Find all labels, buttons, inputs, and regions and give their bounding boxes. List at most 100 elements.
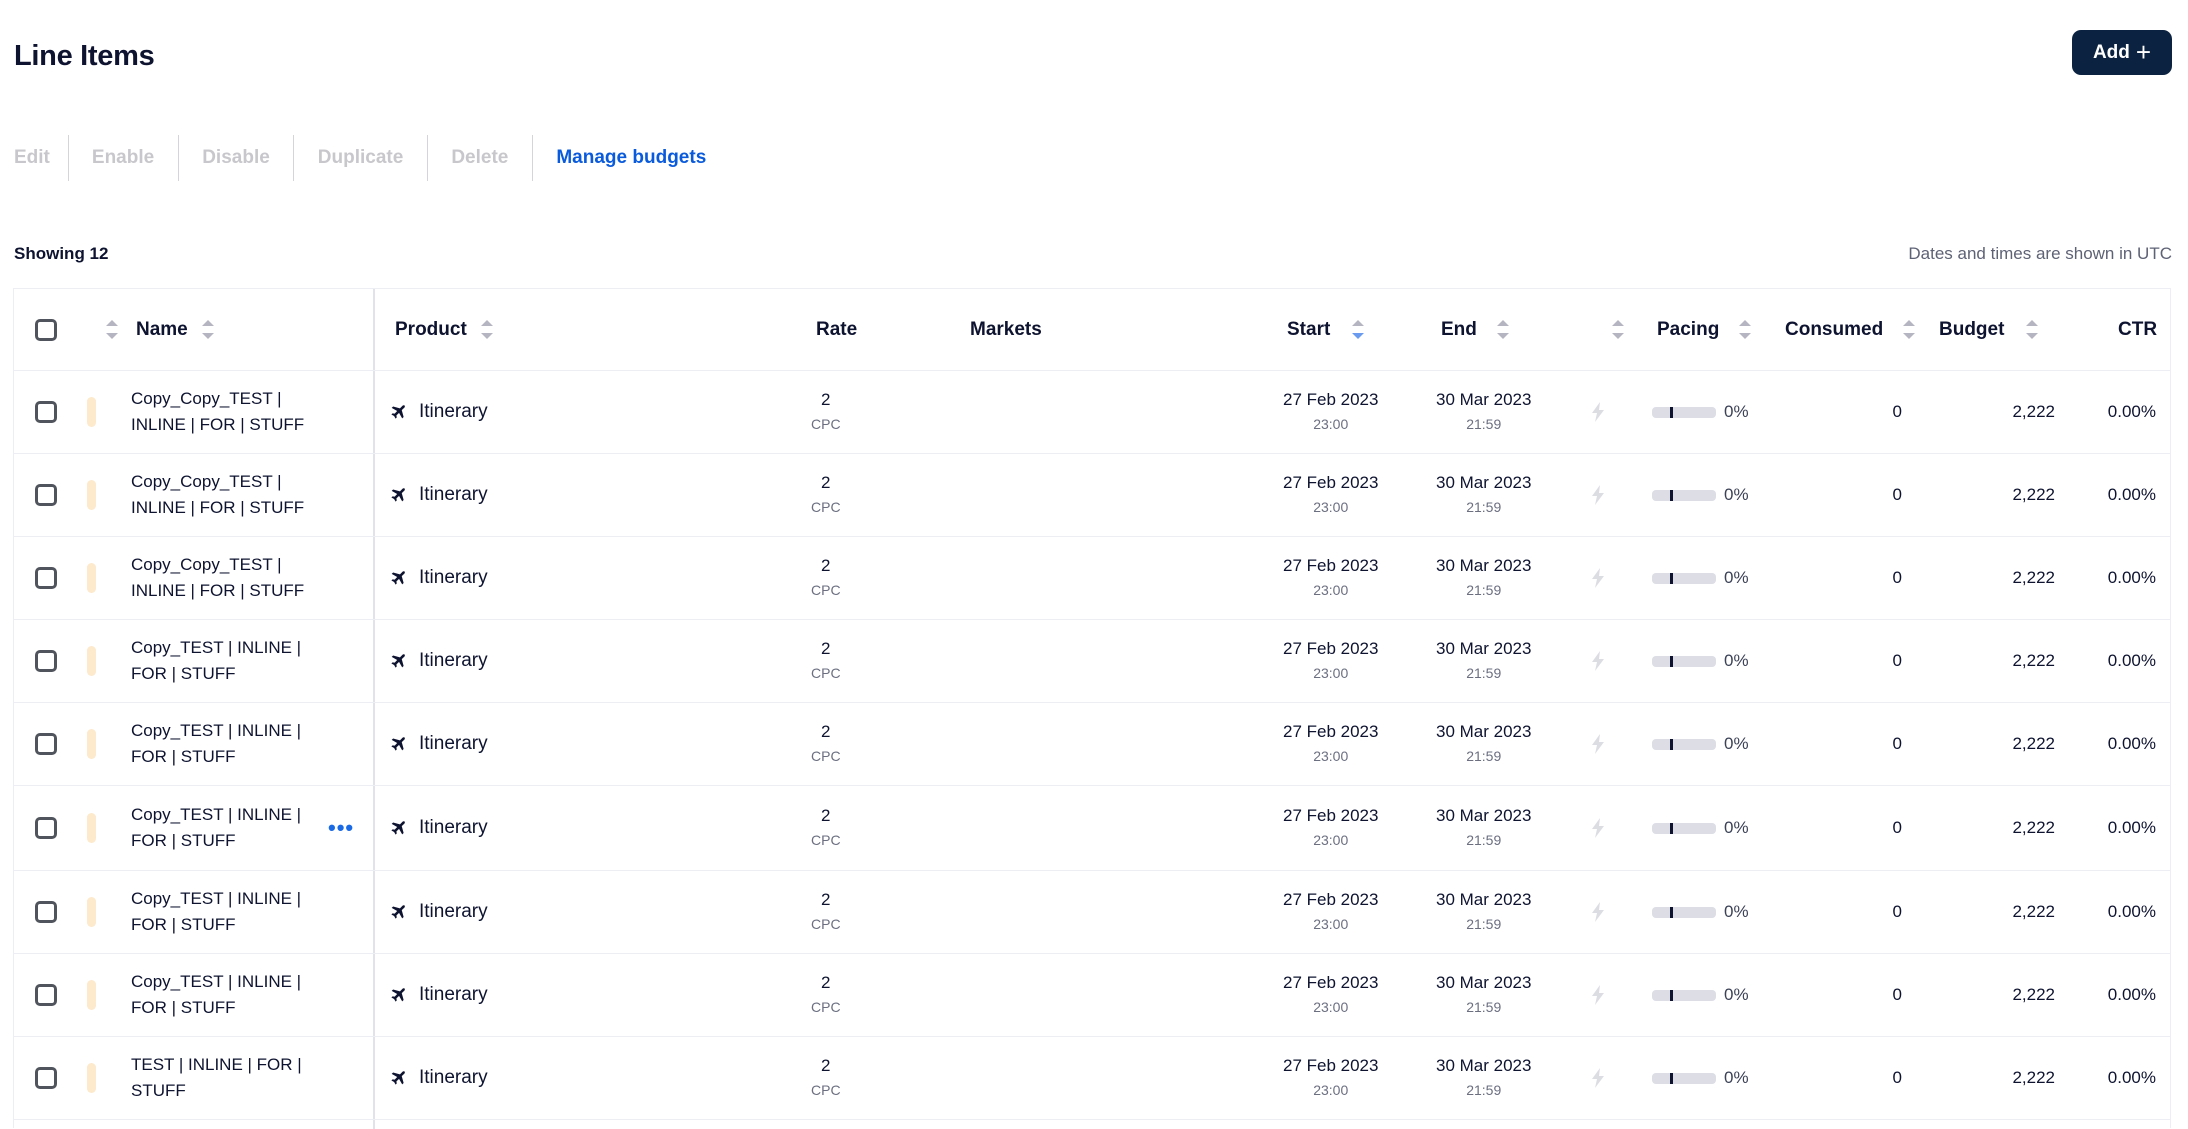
airplane-icon [391, 405, 405, 419]
budget-sort-icon[interactable] [2026, 320, 2039, 339]
row-checkbox[interactable] [35, 1067, 57, 1089]
table-row[interactable]: Copy_Copy_TEST | INLINE | FOR | STUFF It… [14, 454, 2170, 537]
line-item-name[interactable]: Copy_TEST | INLINE | FOR | STUFF [131, 969, 306, 1021]
add-button-label: Add [2092, 41, 2130, 63]
pacing-sort-icon[interactable] [1739, 320, 1752, 339]
line-item-name[interactable]: Copy_TEST | INLINE | FOR | STUFF [131, 802, 306, 854]
table-row[interactable]: Copy_TEST | INLINE | FOR | STUFF ••• Iti… [14, 786, 2170, 871]
end-date: 30 Mar 2023 [1436, 722, 1532, 741]
manage-budgets-button[interactable]: Manage budgets [533, 135, 706, 181]
ctr-value: 0.00% [2107, 734, 2156, 753]
pacing-percent: 0% [1724, 734, 1749, 753]
disable-button[interactable]: Disable [179, 135, 293, 181]
end-time: 21:59 [1466, 916, 1502, 932]
start-sort-icon[interactable] [1352, 320, 1365, 339]
rate-value: 2 [821, 390, 831, 409]
budget-value: 2,222 [2012, 485, 2055, 504]
start-date: 27 Feb 2023 [1283, 390, 1379, 409]
add-button[interactable]: Add + [2072, 30, 2172, 75]
lightning-icon [1592, 568, 1604, 588]
row-checkbox[interactable] [35, 984, 57, 1006]
table-row[interactable]: Copy_Copy_TEST | INLINE | FOR | STUFF It… [14, 537, 2170, 620]
row-checkbox[interactable] [35, 401, 57, 423]
enable-button[interactable]: Enable [69, 135, 178, 181]
duplicate-button[interactable]: Duplicate [294, 135, 428, 181]
table-row[interactable]: Copy_TEST | INLINE | FOR | STUFF Itinera… [14, 871, 2170, 954]
table-header: Name Product Rate Markets Start End Paci… [14, 289, 2170, 371]
column-header-budget[interactable]: Budget [1939, 319, 2004, 341]
status-indicator [87, 729, 96, 759]
row-checkbox[interactable] [35, 817, 57, 839]
delivery-sort-icon[interactable] [1612, 320, 1624, 339]
rate-type: CPC [811, 582, 841, 598]
lightning-icon [1592, 402, 1604, 422]
pacing-target-marker [1670, 655, 1673, 667]
name-sort-icon[interactable] [201, 320, 214, 339]
budget-value: 2,222 [2012, 402, 2055, 421]
lightning-icon [1592, 902, 1604, 922]
line-item-name[interactable]: Copy_Copy_TEST | INLINE | FOR | STUFF [131, 552, 306, 604]
product-name: Itinerary [419, 484, 488, 505]
consumed-sort-icon[interactable] [1903, 320, 1916, 339]
airplane-icon [391, 905, 405, 919]
consumed-value: 0 [1892, 818, 1902, 837]
start-time: 23:00 [1313, 832, 1349, 848]
delete-button[interactable]: Delete [428, 135, 532, 181]
line-item-name[interactable]: TEST | INLINE | FOR | STUFF [131, 1052, 306, 1104]
column-header-end[interactable]: End [1441, 319, 1477, 341]
line-item-name[interactable]: Copy_Copy_TEST | INLINE | FOR | STUFF [131, 469, 306, 521]
row-checkbox[interactable] [35, 733, 57, 755]
more-horizontal-icon[interactable]: ••• [328, 815, 354, 841]
row-checkbox[interactable] [35, 901, 57, 923]
table-row[interactable]: TEST | INLINE | FOR | STUFF Itinerary 2 … [14, 1037, 2170, 1120]
column-header-product[interactable]: Product [395, 319, 467, 341]
end-time: 21:59 [1466, 665, 1502, 681]
ctr-value: 0.00% [2107, 985, 2156, 1004]
product-name: Itinerary [419, 567, 488, 588]
pacing-target-marker [1670, 572, 1673, 584]
table-row[interactable]: Copy_TEST | INLINE | FOR | STUFF Itinera… [14, 620, 2170, 703]
line-item-name[interactable]: Copy_TEST | INLINE | FOR | STUFF [131, 886, 306, 938]
start-date: 27 Feb 2023 [1283, 890, 1379, 909]
rate-value: 2 [821, 1056, 831, 1075]
line-item-name[interactable]: Copy_Copy_TEST | INLINE | FOR | STUFF [131, 386, 306, 438]
row-checkbox[interactable] [35, 484, 57, 506]
rate-type: CPC [811, 832, 841, 848]
end-date: 30 Mar 2023 [1436, 806, 1532, 825]
budget-value: 2,222 [2012, 985, 2055, 1004]
rate-value: 2 [821, 473, 831, 492]
row-checkbox[interactable] [35, 567, 57, 589]
start-time: 23:00 [1313, 916, 1349, 932]
pacing-target-marker [1670, 406, 1673, 418]
pacing-target-marker [1670, 989, 1673, 1001]
column-header-pacing[interactable]: Pacing [1657, 319, 1719, 341]
ctr-value: 0.00% [2107, 902, 2156, 921]
row-checkbox[interactable] [35, 650, 57, 672]
ctr-value: 0.00% [2107, 1068, 2156, 1087]
status-indicator [87, 813, 96, 843]
airplane-icon [391, 1071, 405, 1085]
line-item-name[interactable]: Copy_TEST | INLINE | FOR | STUFF [131, 635, 306, 687]
ctr-value: 0.00% [2107, 818, 2156, 837]
end-time: 21:59 [1466, 832, 1502, 848]
airplane-icon [391, 488, 405, 502]
table-row[interactable]: Copy_Copy_TEST | INLINE | FOR | STUFF It… [14, 371, 2170, 454]
table-row[interactable]: Copy_TEST | INLINE | FOR | STUFF Itinera… [14, 703, 2170, 786]
product-sort-icon[interactable] [480, 320, 493, 339]
airplane-icon [391, 821, 405, 835]
end-sort-icon[interactable] [1496, 320, 1509, 339]
column-header-consumed[interactable]: Consumed [1785, 319, 1883, 341]
column-header-start[interactable]: Start [1287, 319, 1330, 341]
end-date: 30 Mar 2023 [1436, 556, 1532, 575]
select-all-checkbox[interactable] [35, 318, 57, 341]
budget-value: 2,222 [2012, 651, 2055, 670]
budget-value: 2,222 [2012, 818, 2055, 837]
column-header-name[interactable]: Name [136, 319, 188, 341]
line-item-name[interactable]: Copy_TEST | INLINE | FOR | STUFF [131, 718, 306, 770]
pacing-bar [1652, 822, 1716, 834]
status-sort-icon[interactable] [106, 320, 118, 339]
airplane-icon [391, 571, 405, 585]
table-row[interactable]: Copy_TEST | INLINE | FOR | STUFF Itinera… [14, 954, 2170, 1037]
edit-button[interactable]: Edit [0, 135, 68, 181]
status-indicator [87, 897, 96, 927]
